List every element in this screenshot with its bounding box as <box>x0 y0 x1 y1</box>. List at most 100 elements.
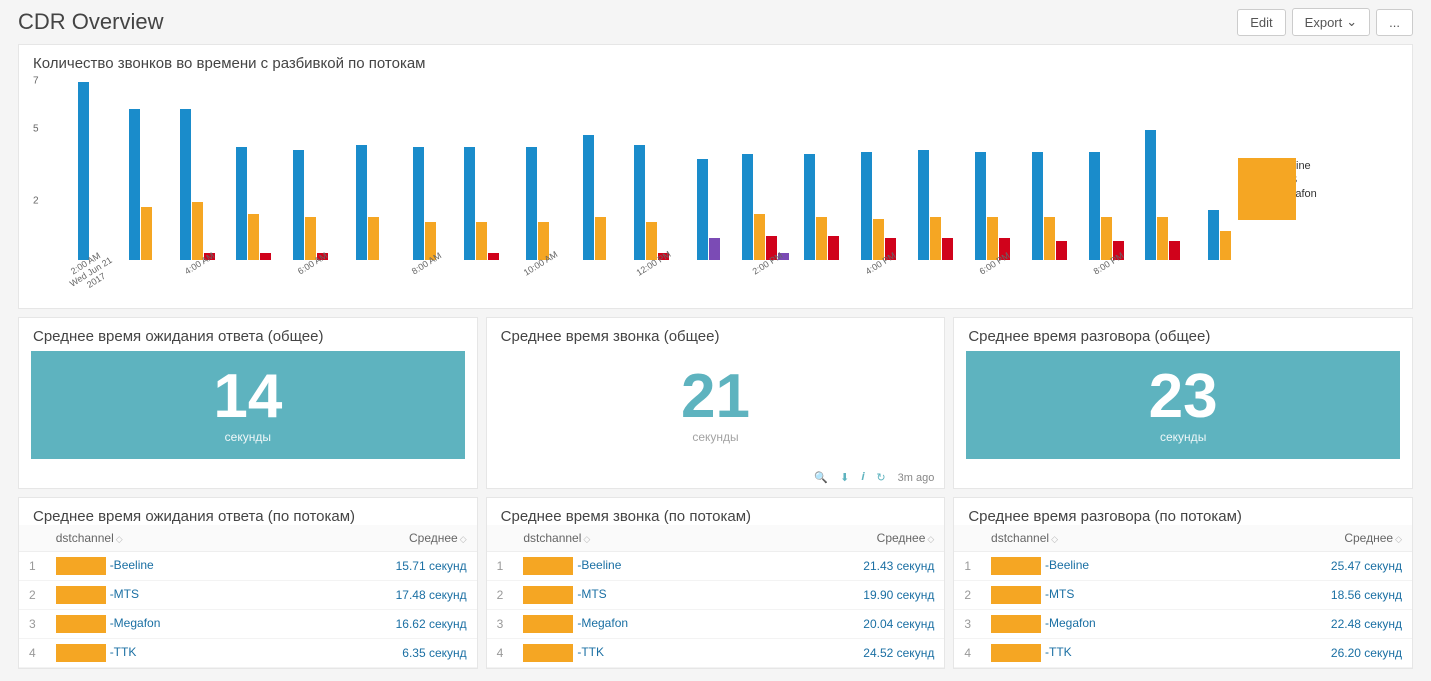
bar-mts[interactable] <box>816 217 827 260</box>
bar-mts[interactable] <box>646 222 657 260</box>
row-index: 1 <box>19 552 46 581</box>
bar-beeline[interactable] <box>1089 152 1100 260</box>
avg-cell: 26.20 секунд <box>1230 639 1412 668</box>
bar-mts[interactable] <box>1044 217 1055 260</box>
metric-value: 23 <box>1149 366 1218 428</box>
bar-mts[interactable] <box>476 222 487 260</box>
table-row: 2-MTS18.56 секунд <box>954 581 1412 610</box>
col-dstchannel[interactable]: dstchannel◇ <box>513 525 762 552</box>
redaction-block <box>523 615 573 633</box>
dstchannel-cell[interactable]: -TTK <box>981 639 1230 668</box>
bar-beeline[interactable] <box>861 152 872 260</box>
dstchannel-cell[interactable]: -TTK <box>513 639 762 668</box>
bar-mts[interactable] <box>305 217 316 260</box>
refresh-icon[interactable]: ↻ <box>876 471 885 484</box>
toolbar-timestamp: 3m ago <box>898 472 935 484</box>
bar-mts[interactable] <box>1101 217 1112 260</box>
bar-chart[interactable]: 257 2:00 AM Wed Jun 21 20174:00 AM6:00 A… <box>33 80 1248 290</box>
bar-beeline[interactable] <box>356 145 367 260</box>
col-index[interactable] <box>487 525 514 552</box>
table-row: 3-Megafon22.48 секунд <box>954 610 1412 639</box>
bar-beeline[interactable] <box>918 150 929 260</box>
table-row: 2-MTS17.48 секунд <box>19 581 477 610</box>
dstchannel-cell[interactable]: -TTK <box>46 639 295 668</box>
bar-mts[interactable] <box>873 219 884 260</box>
metric-panel-wait: Среднее время ожидания ответа (общее) 14… <box>18 317 478 489</box>
bar-bucket <box>623 80 680 260</box>
bar-beeline[interactable] <box>804 154 815 260</box>
bar-bucket <box>737 80 794 260</box>
dstchannel-cell[interactable]: -MTS <box>46 581 295 610</box>
dstchannel-cell[interactable]: -MTS <box>981 581 1230 610</box>
page-title: CDR Overview <box>18 9 1231 35</box>
bar-beeline[interactable] <box>1032 152 1043 260</box>
redaction-block <box>523 557 573 575</box>
info-icon[interactable]: 𝒊 <box>861 471 864 484</box>
export-button[interactable]: Export ⌄ <box>1292 8 1370 36</box>
avg-cell: 20.04 секунд <box>762 610 944 639</box>
metric-unit: секунды <box>1160 430 1206 444</box>
metric-title: Среднее время разговора (общее) <box>954 318 1412 345</box>
more-button[interactable]: ... <box>1376 9 1413 36</box>
metric-body: 21 секунды <box>499 351 933 459</box>
sort-icon: ◇ <box>460 534 467 544</box>
dstchannel-cell[interactable]: -Beeline <box>981 552 1230 581</box>
bar-beeline[interactable] <box>464 147 475 260</box>
sort-icon: ◇ <box>1395 534 1402 544</box>
col-avg[interactable]: Среднее◇ <box>295 525 477 552</box>
redaction-block <box>56 557 106 575</box>
bar-bucket <box>453 80 510 260</box>
bar-beeline[interactable] <box>236 147 247 260</box>
col-index[interactable] <box>954 525 981 552</box>
avg-cell: 24.52 секунд <box>762 639 944 668</box>
col-dstchannel[interactable]: dstchannel◇ <box>46 525 295 552</box>
col-dstchannel[interactable]: dstchannel◇ <box>981 525 1230 552</box>
col-avg[interactable]: Среднее◇ <box>762 525 944 552</box>
bar-beeline[interactable] <box>1208 210 1219 260</box>
edit-button[interactable]: Edit <box>1237 9 1285 36</box>
bar-mts[interactable] <box>1157 217 1168 260</box>
bar-beeline[interactable] <box>583 135 594 260</box>
metric-title: Среднее время звонка (общее) <box>487 318 945 345</box>
bar-mts[interactable] <box>754 214 765 260</box>
bar-mts[interactable] <box>141 207 152 260</box>
search-icon[interactable]: 🔍 <box>814 471 828 484</box>
table-row: 4-TTK24.52 секунд <box>487 639 945 668</box>
avg-cell: 16.62 секунд <box>295 610 477 639</box>
bar-mts[interactable] <box>192 202 203 260</box>
dstchannel-cell[interactable]: -Megafon <box>46 610 295 639</box>
dstchannel-cell[interactable]: -MTS <box>513 581 762 610</box>
table-title: Среднее время разговора (по потокам) <box>954 498 1412 525</box>
bar-mts[interactable] <box>248 214 259 260</box>
bar-beeline[interactable] <box>742 154 753 260</box>
redaction-block <box>991 586 1041 604</box>
bar-beeline[interactable] <box>1145 130 1156 260</box>
bar-beeline[interactable] <box>293 150 304 260</box>
col-index[interactable] <box>19 525 46 552</box>
panel-toolbar: 🔍 ⬇ 𝒊 ↻ 3m ago <box>487 471 945 488</box>
bar-bucket <box>510 80 567 260</box>
bar-beeline[interactable] <box>975 152 986 260</box>
bar-bucket <box>1021 80 1078 260</box>
bar-beeline[interactable] <box>129 109 140 260</box>
metric-value: 21 <box>681 366 750 428</box>
redaction-block <box>56 644 106 662</box>
dstchannel-cell[interactable]: -Megafon <box>981 610 1230 639</box>
dstchannel-cell[interactable]: -Megafon <box>513 610 762 639</box>
dstchannel-cell[interactable]: -Beeline <box>513 552 762 581</box>
bar-beeline[interactable] <box>180 109 191 260</box>
download-icon[interactable]: ⬇ <box>840 471 849 484</box>
dstchannel-cell[interactable]: -Beeline <box>46 552 295 581</box>
bar-bucket <box>964 80 1021 260</box>
bar-beeline[interactable] <box>78 82 89 260</box>
bar-beeline[interactable] <box>634 145 645 260</box>
bar-beeline[interactable] <box>697 159 708 260</box>
bar-beeline[interactable] <box>413 147 424 260</box>
metric-title: Среднее время ожидания ответа (общее) <box>19 318 477 345</box>
bar-beeline[interactable] <box>526 147 537 260</box>
bar-mts[interactable] <box>987 217 998 260</box>
col-avg[interactable]: Среднее◇ <box>1230 525 1412 552</box>
row-index: 1 <box>954 552 981 581</box>
bar-mts[interactable] <box>930 217 941 260</box>
bar-bucket <box>850 80 907 260</box>
